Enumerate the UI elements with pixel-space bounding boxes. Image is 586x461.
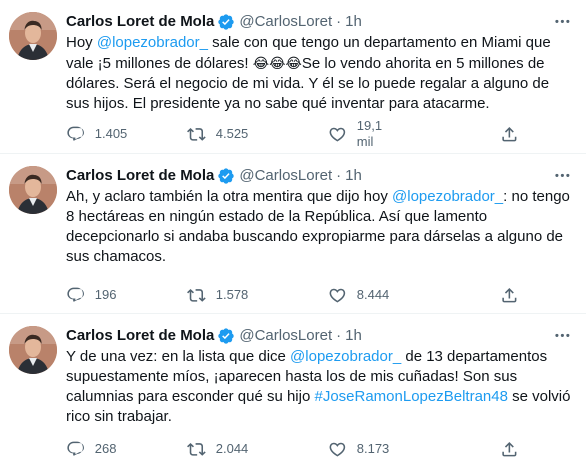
retweet-icon bbox=[187, 288, 206, 302]
tweet[interactable]: Carlos Loret de Mola @CarlosLoret · 1h A… bbox=[0, 154, 586, 314]
more-icon[interactable] bbox=[552, 165, 572, 185]
mention-link[interactable]: @lopezobrador_ bbox=[97, 34, 208, 51]
tweet-text: Hoy @lopezobrador_ sale con que tengo un… bbox=[66, 33, 572, 114]
more-icon[interactable] bbox=[552, 11, 572, 31]
tweet-header: Carlos Loret de Mola @CarlosLoret · 1h bbox=[66, 166, 362, 186]
retweet-button[interactable]: 2.044 bbox=[187, 439, 248, 459]
like-count: 8.444 bbox=[356, 287, 390, 302]
reply-icon bbox=[67, 287, 84, 302]
reply-button[interactable]: 268 bbox=[66, 439, 116, 459]
like-icon bbox=[329, 288, 346, 303]
like-icon bbox=[329, 127, 346, 142]
retweet-button[interactable]: 1.578 bbox=[187, 285, 248, 305]
separator-dot: · bbox=[336, 167, 342, 184]
share-button[interactable] bbox=[500, 285, 519, 305]
separator-dot: · bbox=[336, 13, 342, 30]
author-name[interactable]: Carlos Loret de Mola bbox=[66, 166, 214, 186]
reply-button[interactable]: 1.405 bbox=[66, 124, 127, 144]
reply-count: 268 bbox=[94, 441, 117, 456]
retweet-button[interactable]: 4.525 bbox=[187, 124, 248, 144]
reply-icon bbox=[67, 441, 84, 456]
like-button[interactable]: 19,1 mil bbox=[328, 118, 382, 149]
avatar[interactable] bbox=[9, 326, 57, 374]
verified-badge-icon bbox=[217, 13, 235, 31]
avatar[interactable] bbox=[9, 12, 57, 60]
verified-badge-icon bbox=[217, 327, 235, 345]
like-button[interactable]: 8.444 bbox=[328, 285, 389, 305]
text-segment: Ah, y aclaro también la otra mentira que… bbox=[66, 188, 393, 205]
verified-badge-icon bbox=[217, 167, 235, 185]
author-name[interactable]: Carlos Loret de Mola bbox=[66, 12, 214, 32]
author-name[interactable]: Carlos Loret de Mola bbox=[66, 326, 214, 346]
reply-icon bbox=[67, 126, 84, 141]
like-button[interactable]: 8.173 bbox=[328, 439, 389, 459]
reply-button[interactable]: 196 bbox=[66, 285, 116, 305]
tweet-time[interactable]: 1h bbox=[345, 326, 362, 346]
tweet[interactable]: Carlos Loret de Mola @CarlosLoret · 1h Y… bbox=[0, 314, 586, 461]
retweet-count: 2.044 bbox=[215, 441, 249, 456]
tweet-header: Carlos Loret de Mola @CarlosLoret · 1h bbox=[66, 12, 362, 32]
hashtag-link[interactable]: #JoseRamonLopezBeltran48 bbox=[314, 388, 507, 405]
tweet[interactable]: Carlos Loret de Mola @CarlosLoret · 1h H… bbox=[0, 0, 586, 154]
reply-count: 196 bbox=[94, 287, 117, 302]
avatar[interactable] bbox=[9, 166, 57, 214]
retweet-count: 4.525 bbox=[215, 126, 249, 141]
tweet-time[interactable]: 1h bbox=[345, 166, 362, 186]
share-button[interactable] bbox=[500, 439, 519, 459]
like-count: 8.173 bbox=[356, 441, 390, 456]
text-segment: Hoy bbox=[66, 34, 97, 51]
tweet-time[interactable]: 1h bbox=[345, 12, 362, 32]
like-icon bbox=[329, 442, 346, 457]
mention-link[interactable]: @lopezobrador_ bbox=[290, 348, 401, 365]
share-icon bbox=[502, 287, 517, 303]
share-button[interactable] bbox=[500, 124, 519, 144]
text-segment: Y de una vez: en la lista que dice bbox=[66, 348, 291, 365]
reply-count: 1.405 bbox=[94, 126, 128, 141]
tweet-header: Carlos Loret de Mola @CarlosLoret · 1h bbox=[66, 326, 362, 346]
retweet-icon bbox=[187, 127, 206, 141]
author-handle[interactable]: @CarlosLoret bbox=[239, 326, 332, 346]
share-icon bbox=[502, 126, 517, 142]
like-count: 19,1 mil bbox=[356, 118, 383, 149]
retweet-icon bbox=[187, 442, 206, 456]
author-handle[interactable]: @CarlosLoret bbox=[239, 12, 332, 32]
tweet-text: Ah, y aclaro también la otra mentira que… bbox=[66, 187, 572, 267]
retweet-count: 1.578 bbox=[215, 287, 249, 302]
author-handle[interactable]: @CarlosLoret bbox=[239, 166, 332, 186]
share-icon bbox=[502, 441, 517, 457]
emoji: 😂😂😂 bbox=[252, 55, 302, 71]
tweet-text: Y de una vez: en la lista que dice @lope… bbox=[66, 347, 572, 427]
more-icon[interactable] bbox=[552, 325, 572, 345]
separator-dot: · bbox=[336, 327, 342, 344]
mention-link[interactable]: @lopezobrador_ bbox=[392, 188, 503, 205]
